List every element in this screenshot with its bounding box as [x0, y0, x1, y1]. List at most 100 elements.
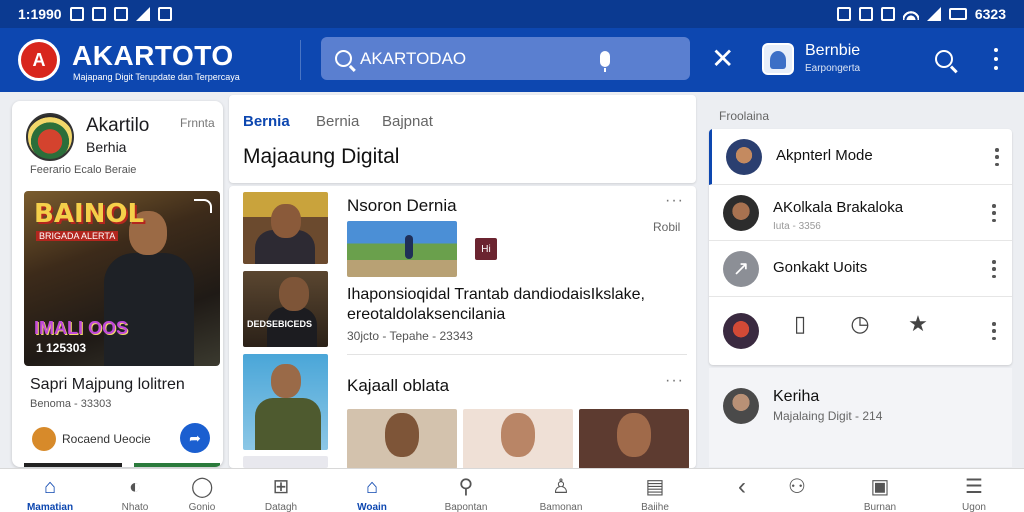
news-item-image[interactable]: [347, 409, 457, 468]
badge-icon: Hi: [475, 238, 497, 260]
channel-list: Akpnterl Mode AKolkala Brakaloka Iuta - …: [709, 129, 1012, 365]
search-bar[interactable]: AKARTODAO: [321, 37, 690, 80]
nav-label: Bapontan: [444, 502, 488, 512]
author-avatar[interactable]: [32, 427, 56, 451]
nav-item-ugon[interactable]: ☰ Ugon: [929, 469, 1019, 512]
tab-3[interactable]: Bajpnat: [382, 113, 433, 130]
arrow-icon: ↗: [723, 251, 759, 287]
tab-1[interactable]: Bernia: [243, 113, 290, 130]
list-item-title: Gonkakt Uoits: [773, 259, 868, 276]
news-item-title[interactable]: Kajaall oblata: [347, 376, 449, 396]
suggestion-item[interactable]: Keriha Majalaing Digit - 214: [709, 368, 1012, 467]
nav-item-bamonan[interactable]: ♙ Bamonan: [516, 469, 606, 512]
more-options-icon[interactable]: [992, 322, 996, 340]
more-icon[interactable]: ···: [665, 192, 684, 210]
thumb-body: [255, 398, 321, 450]
divider: [347, 354, 687, 355]
avatar[interactable]: [723, 313, 759, 349]
card-meta: Benoma - 33303: [30, 398, 112, 410]
thumbnail[interactable]: [243, 354, 328, 450]
app-bar: A AKARTOTO Majapang Digit Terupdate dan …: [0, 28, 1024, 92]
person-icon: ♙: [552, 476, 570, 498]
clock: 1:1990: [18, 6, 62, 22]
nav-item-mamatian[interactable]: ⌂ Mamatian: [5, 469, 95, 512]
nav-item-gonio[interactable]: ◯ Gonio: [157, 469, 247, 512]
microphone-icon[interactable]: [600, 50, 610, 72]
share-button[interactable]: ➦: [180, 423, 210, 453]
channel-avatar[interactable]: [26, 113, 74, 161]
thumbnail[interactable]: DEDSEBICEDS: [243, 271, 328, 347]
nav-item-datagh[interactable]: ⊞ Datagh: [236, 469, 326, 512]
avatar: [723, 195, 759, 231]
people-button[interactable]: ⚇: [752, 469, 842, 512]
clock-icon[interactable]: ◷: [847, 311, 873, 337]
feed-header: Bernia Bernia Bajpnat Majaaung Digital: [229, 95, 696, 183]
profile-name[interactable]: Bernbie: [805, 42, 860, 60]
bag-icon: ▣: [870, 476, 890, 498]
list-item[interactable]: AKolkala Brakaloka Iuta - 3356: [709, 185, 1012, 241]
more-options-icon[interactable]: [992, 260, 996, 278]
news-item-body[interactable]: Ihaponsioqidal Trantab dandiodaisIkslake…: [347, 285, 677, 325]
news-feed: DEDSEBICEDS Nsoron Dernia ··· Robil Hi I…: [229, 186, 696, 468]
news-item-title[interactable]: Nsoron Dernia: [347, 196, 457, 216]
home-icon: ⌂: [365, 476, 379, 498]
list-item[interactable]: Akpnterl Mode: [709, 129, 1012, 185]
channel-card[interactable]: Akartilo Frnnta Berhia Feerario Ecalo Be…: [12, 101, 223, 467]
more-options-icon[interactable]: [995, 148, 999, 166]
nav-item-woain[interactable]: ⌂ Woain: [327, 469, 417, 512]
search-icon: ⚲: [458, 476, 474, 498]
nav-item-baiihe[interactable]: ▤ Baiihe: [610, 469, 700, 512]
nav-item-burnan[interactable]: ▣ Burnan: [835, 469, 925, 512]
list-icon: ☰: [965, 476, 983, 498]
search-icon[interactable]: [935, 50, 953, 68]
featured-subheadline: BRIGADA ALERTA: [36, 231, 119, 241]
suggestion-subtitle: Majalaing Digit - 214: [773, 409, 883, 423]
divider: [300, 40, 301, 80]
thumbnail[interactable]: [243, 192, 328, 264]
person-body: [104, 253, 194, 366]
face: [501, 413, 535, 457]
book-icon: ▤: [645, 476, 665, 498]
channel-name[interactable]: Akartilo: [86, 115, 149, 137]
nav-item-bapontan[interactable]: ⚲ Bapontan: [421, 469, 511, 512]
thumb-caption: DEDSEBICEDS: [247, 319, 313, 329]
channel-meta: Feerario Ecalo Beraie: [30, 164, 137, 176]
section-title: Majaaung Digital: [243, 145, 400, 168]
list-item-title: AKolkala Brakaloka: [773, 199, 904, 216]
profile-subtitle: Earpongerta: [805, 63, 861, 74]
thumb-head: [279, 277, 309, 311]
author-text: Rocaend Ueocie: [62, 432, 151, 446]
nav-label: Datagh: [264, 502, 298, 512]
suggestion-title: Keriha: [773, 388, 820, 405]
thumb-head: [271, 204, 301, 238]
sync-icon: [113, 7, 128, 21]
avatar: [723, 388, 759, 424]
news-item-tag: Robil: [653, 220, 681, 234]
news-item-image[interactable]: [579, 409, 689, 468]
search-input[interactable]: AKARTODAO: [360, 49, 600, 69]
featured-image[interactable]: BAINOL BRIGADA ALERTA IMALI OOS 1 125303: [24, 191, 220, 366]
news-item-image[interactable]: [347, 221, 457, 277]
thumbnail[interactable]: [243, 456, 328, 468]
more-icon[interactable]: ···: [665, 372, 684, 390]
image-icon: [91, 7, 106, 21]
profile-icon[interactable]: [762, 43, 794, 75]
app-logo-icon[interactable]: A: [18, 39, 60, 81]
close-icon[interactable]: ✕: [711, 45, 734, 73]
bookmark-icon[interactable]: ▯: [787, 311, 813, 337]
nav-label: Woain: [357, 502, 387, 512]
wifi-icon: [902, 8, 919, 20]
bottom-navigation: ⌂ Mamatian ◐ Nhato ◯ Gonio ⊞ Datagh ⌂ Woain ⚲…: [0, 468, 1024, 512]
card-title[interactable]: Sapri Majpung lolitren: [30, 376, 185, 394]
news-item-image[interactable]: [463, 409, 573, 468]
list-item[interactable]: ↗ Gonkakt Uoits: [709, 241, 1012, 297]
nav-label: Burnan: [863, 502, 897, 512]
more-options-icon[interactable]: [994, 48, 998, 70]
tab-2[interactable]: Bernia: [316, 113, 359, 130]
screenshot-icon: [69, 7, 84, 21]
share-icon[interactable]: [194, 199, 212, 213]
alarm-icon: [880, 7, 895, 21]
star-icon[interactable]: ★: [905, 311, 931, 337]
battery-icon: [948, 8, 967, 20]
more-options-icon[interactable]: [992, 204, 996, 222]
